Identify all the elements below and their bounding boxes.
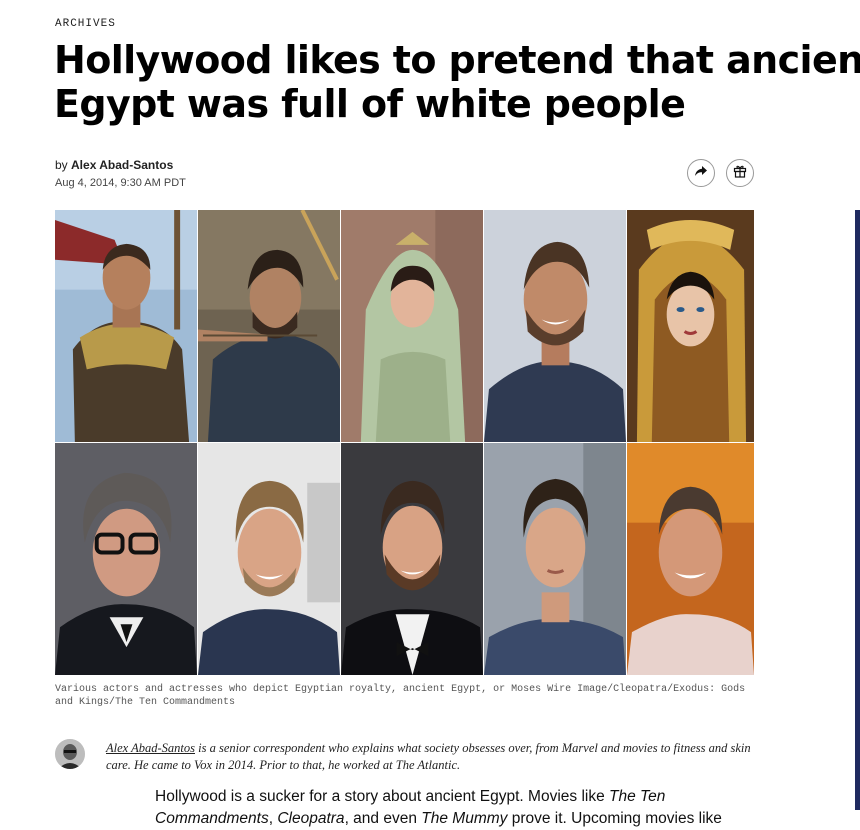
byline-prefix: by — [55, 158, 72, 172]
photo-actor-8 — [341, 443, 484, 676]
gift-button[interactable] — [726, 159, 754, 187]
section-kicker[interactable]: ARCHIVES — [55, 18, 116, 30]
article-hero-image — [55, 210, 755, 676]
author-bio: Alex Abad-Santos is a senior corresponde… — [106, 740, 766, 774]
article-headline: Hollywood likes to pretend that ancient … — [54, 38, 860, 126]
photo-actress-5 — [627, 210, 755, 443]
movie-title-cleopatra: Cleopatra — [277, 810, 345, 827]
byline: by Alex Abad-Santos — [55, 158, 173, 172]
author-link[interactable]: Alex Abad-Santos — [71, 158, 173, 172]
photo-actor-2 — [198, 210, 341, 443]
headline-line-1: Hollywood likes to pretend that ancient — [54, 38, 860, 82]
headline-line-2: Egypt was full of white people — [54, 82, 686, 126]
article-body-paragraph: Hollywood is a sucker for a story about … — [155, 786, 765, 830]
author-avatar[interactable] — [55, 739, 85, 769]
image-caption: Various actors and actresses who depict … — [55, 684, 746, 708]
body-text-run: prove it. Upcoming movies like — [507, 810, 722, 827]
publish-date: Aug 4, 2014, 9:30 AM PDT — [55, 177, 186, 189]
author-bio-text: is a senior correspondent who explains w… — [106, 741, 751, 772]
photo-actor-3 — [341, 210, 484, 443]
photo-actor-1 — [55, 210, 198, 443]
photo-actor-4 — [484, 210, 627, 443]
body-text-run: , and even — [344, 810, 422, 827]
photo-actor-6 — [55, 443, 198, 676]
photo-actor-10 — [627, 443, 755, 676]
photo-actor-9 — [484, 443, 627, 676]
body-text-run: Hollywood is a sucker for a story about … — [155, 788, 610, 805]
sidebar-ad-edge — [855, 210, 860, 810]
movie-title-the-mummy: The Mummy — [421, 810, 508, 827]
photo-actor-7 — [198, 443, 341, 676]
gift-icon — [733, 164, 747, 183]
author-bio-name-link[interactable]: Alex Abad-Santos — [106, 741, 195, 755]
share-arrow-icon — [694, 164, 708, 182]
share-button[interactable] — [687, 159, 715, 187]
